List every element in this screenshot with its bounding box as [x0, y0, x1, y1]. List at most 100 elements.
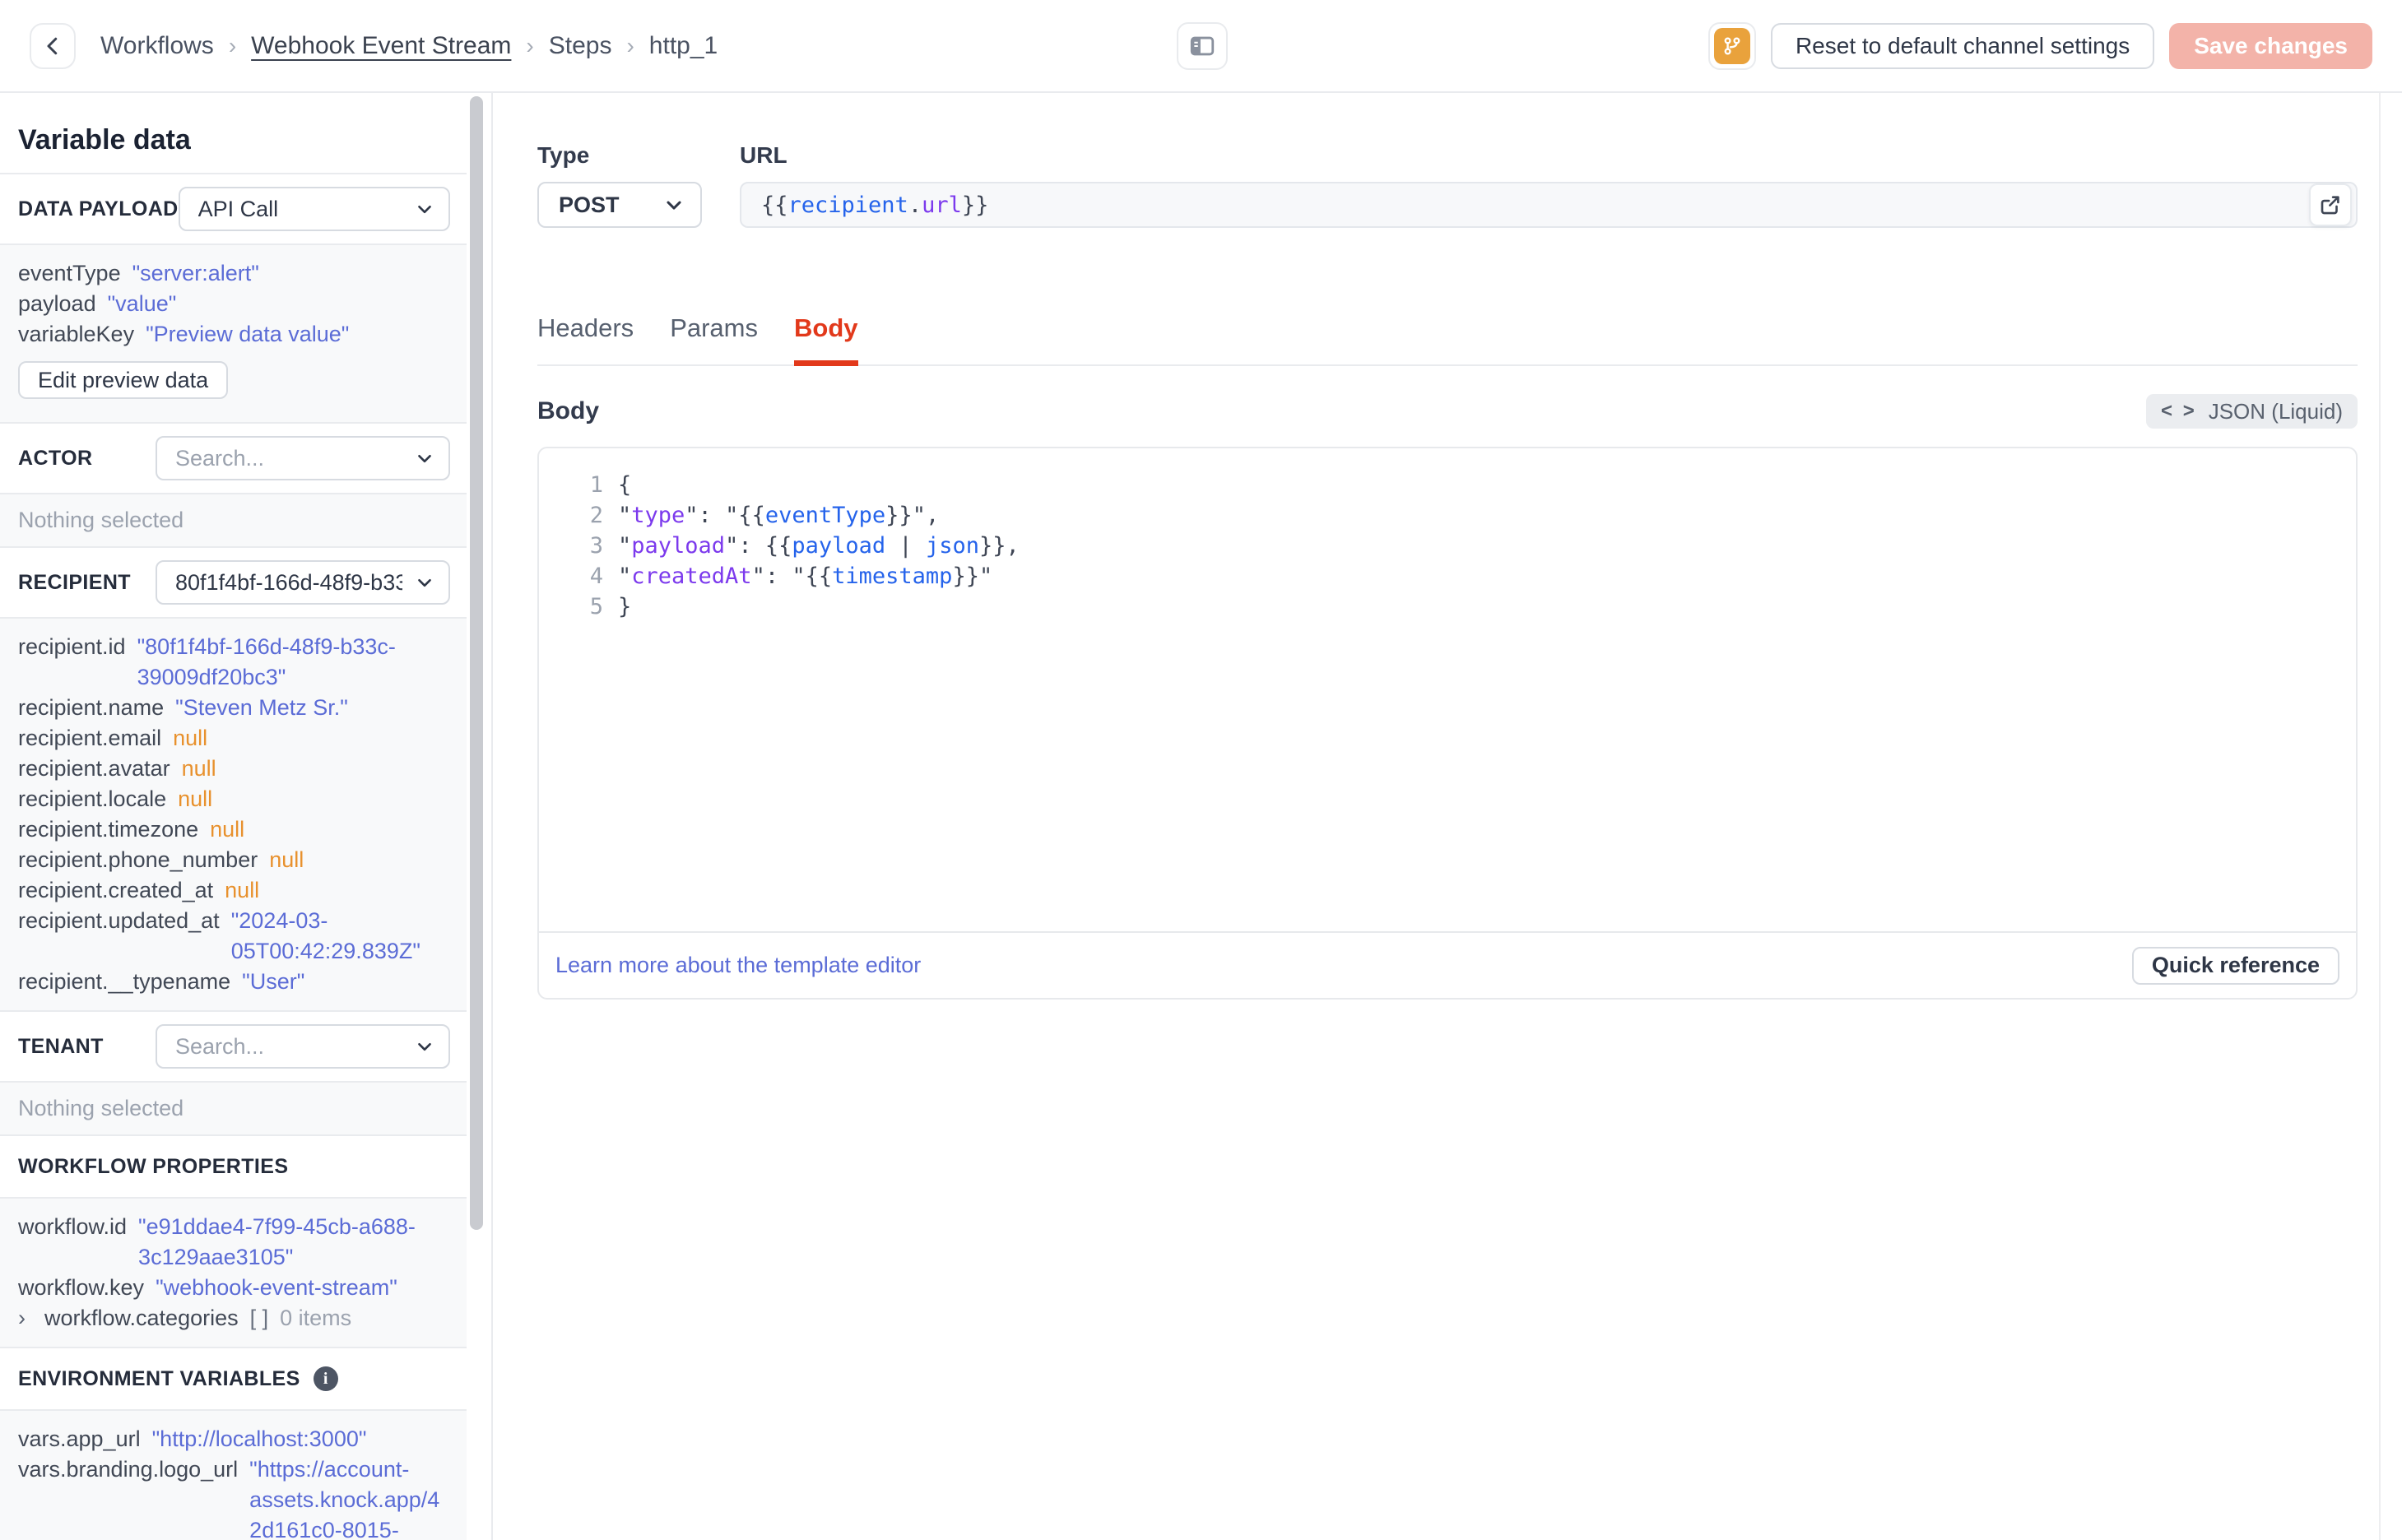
- actor-empty-text: Nothing selected: [18, 508, 184, 532]
- topbar: Workflows › Webhook Event Stream › Steps…: [0, 0, 2402, 93]
- variable-value: "Steven Metz Sr.": [175, 695, 348, 720]
- variable-key: recipient.email: [18, 726, 162, 750]
- variable-key: payload: [18, 291, 96, 316]
- code-line: 3 "payload": {{payload | json}},: [539, 531, 2356, 561]
- breadcrumb-workflows[interactable]: Workflows: [100, 32, 214, 60]
- commit-button[interactable]: [1707, 21, 1756, 70]
- code-token: createdAt: [631, 564, 752, 589]
- quick-reference-button[interactable]: Quick reference: [2131, 946, 2339, 985]
- url-value: {{recipient.url}}: [761, 192, 988, 218]
- tenant-search-input[interactable]: [175, 1033, 402, 1060]
- variable-value: [ ]: [249, 1306, 269, 1330]
- actor-label: ACTOR: [18, 446, 93, 470]
- code-token: }: [618, 594, 632, 619]
- toggle-sidebar-button[interactable]: [1177, 22, 1228, 70]
- code-icon: < >: [2161, 400, 2197, 422]
- code-line-content: {: [603, 470, 631, 500]
- code-editor[interactable]: 1{2 "type": "{{eventType}}", 3 "payload": {…: [539, 448, 2356, 931]
- variable-row: recipient.phone_number null: [18, 845, 450, 875]
- edit-preview-data-button[interactable]: Edit preview data: [18, 361, 229, 399]
- actor-search-input[interactable]: [175, 445, 402, 471]
- variable-row: recipient.email null: [18, 723, 450, 754]
- line-number: 5: [589, 594, 603, 619]
- environment-variables-header: ENVIRONMENT VARIABLES i: [0, 1347, 467, 1409]
- sidebar-scrollbar[interactable]: [470, 96, 483, 1230]
- code-token: url: [922, 192, 962, 218]
- breadcrumb-steps[interactable]: Steps: [549, 32, 612, 60]
- template-editor-docs-link[interactable]: Learn more about the template editor: [555, 953, 921, 978]
- variable-key: recipient.timezone: [18, 817, 199, 842]
- tab-headers[interactable]: Headers: [537, 313, 634, 364]
- environment-variables-section: vars.app_url "http://localhost:3000" vars.…: [0, 1409, 467, 1540]
- code-token: payload: [631, 533, 726, 559]
- breadcrumb: Workflows › Webhook Event Stream › Steps…: [100, 32, 718, 60]
- chevron-down-icon: [414, 572, 435, 593]
- info-icon[interactable]: i: [313, 1366, 338, 1391]
- language-badge: < > JSON (Liquid): [2146, 394, 2358, 429]
- tenant-empty-text: Nothing selected: [18, 1096, 184, 1120]
- variable-row: recipient.name "Steven Metz Sr.": [18, 693, 450, 723]
- breadcrumb-separator: ›: [526, 32, 534, 58]
- variable-key: workflow.id: [18, 1214, 128, 1239]
- code-token: }}: [885, 503, 913, 528]
- expand-url-editor-button[interactable]: [2309, 183, 2352, 226]
- request-config-row: Type POST URL {{recipient.url}}: [537, 142, 2358, 228]
- code-token: ": [978, 564, 993, 589]
- code-token: json: [925, 533, 979, 559]
- variable-value: "e91ddae4-7f99-45cb-a688-3c129aae3105": [138, 1214, 416, 1269]
- reset-channel-settings-button[interactable]: Reset to default channel settings: [1770, 22, 2155, 69]
- chevron-right-icon[interactable]: ›: [18, 1303, 33, 1334]
- url-input[interactable]: {{recipient.url}}: [740, 182, 2358, 228]
- sidebar-panel-icon: [1188, 32, 1216, 60]
- environment-variables-label: ENVIRONMENT VARIABLES: [18, 1366, 300, 1390]
- chevron-down-icon: [414, 448, 435, 469]
- tab-body[interactable]: Body: [794, 313, 858, 366]
- code-line-content: "type": "{{eventType}}",: [603, 500, 939, 531]
- method-select[interactable]: POST: [537, 182, 702, 228]
- variable-row[interactable]: › workflow.categories [ ] 0 items: [18, 1303, 450, 1334]
- variable-value: null: [173, 726, 208, 750]
- code-line: 4 "createdAt": "{{timestamp}}": [539, 561, 2356, 591]
- code-token: ": [618, 503, 632, 528]
- http-step-editor: Type POST URL {{recipient.url}} Headers …: [493, 93, 2402, 1540]
- variable-key: vars.branding.logo_url: [18, 1457, 239, 1482]
- code-line: 2 "type": "{{eventType}}",: [539, 500, 2356, 531]
- chevron-left-icon: [40, 34, 65, 58]
- variable-value: "http://localhost:3000": [151, 1426, 367, 1451]
- breadcrumb-separator: ›: [228, 32, 237, 58]
- variable-row: payload "value": [18, 289, 450, 319]
- request-tabs: Headers Params Body: [537, 313, 2358, 366]
- actor-select[interactable]: [156, 436, 450, 480]
- save-changes-button[interactable]: Save changes: [2169, 22, 2372, 69]
- variable-row: recipient.updated_at "2024-03-05T00:42:29…: [18, 906, 450, 967]
- chevron-down-icon: [414, 198, 435, 220]
- variable-row: variableKey "Preview data value": [18, 319, 450, 350]
- git-branch-icon: [1713, 27, 1750, 64]
- variable-row: recipient.timezone null: [18, 814, 450, 845]
- variable-key: recipient.locale: [18, 786, 167, 811]
- tenant-select[interactable]: [156, 1024, 450, 1069]
- back-button[interactable]: [30, 22, 76, 69]
- sidebar-scroll-area: Variable data DATA PAYLOAD API Call even…: [0, 93, 467, 1540]
- variable-row: recipient.avatar null: [18, 754, 450, 784]
- code-line-content: }: [603, 591, 631, 622]
- variable-key: workflow.categories: [44, 1306, 239, 1330]
- code-token: ": [618, 564, 632, 589]
- type-label: Type: [537, 142, 590, 168]
- method-field: Type POST: [537, 142, 702, 228]
- body-section-header: Body < > JSON (Liquid): [537, 394, 2358, 429]
- variable-value: "webhook-event-stream": [156, 1275, 397, 1300]
- data-payload-label: DATA PAYLOAD: [18, 197, 179, 220]
- code-token: |: [885, 533, 926, 559]
- variable-row: recipient.__typename "User": [18, 967, 450, 997]
- recipient-select[interactable]: 80f1f4bf-166d-48f9-b33c: [156, 560, 450, 605]
- body-template-editor: 1{2 "type": "{{eventType}}", 3 "payload": {…: [537, 447, 2358, 1000]
- tab-params[interactable]: Params: [670, 313, 758, 364]
- variable-value: null: [181, 756, 216, 781]
- external-link-icon: [2318, 192, 2343, 217]
- data-payload-select[interactable]: API Call: [178, 187, 450, 231]
- variable-row: vars.branding.logo_url "https://account-a…: [18, 1454, 450, 1540]
- workflow-properties-label: WORKFLOW PROPERTIES: [18, 1154, 289, 1178]
- breadcrumb-workflow-name[interactable]: Webhook Event Stream: [251, 32, 511, 60]
- recipient-row: RECIPIENT 80f1f4bf-166d-48f9-b33c: [0, 546, 467, 617]
